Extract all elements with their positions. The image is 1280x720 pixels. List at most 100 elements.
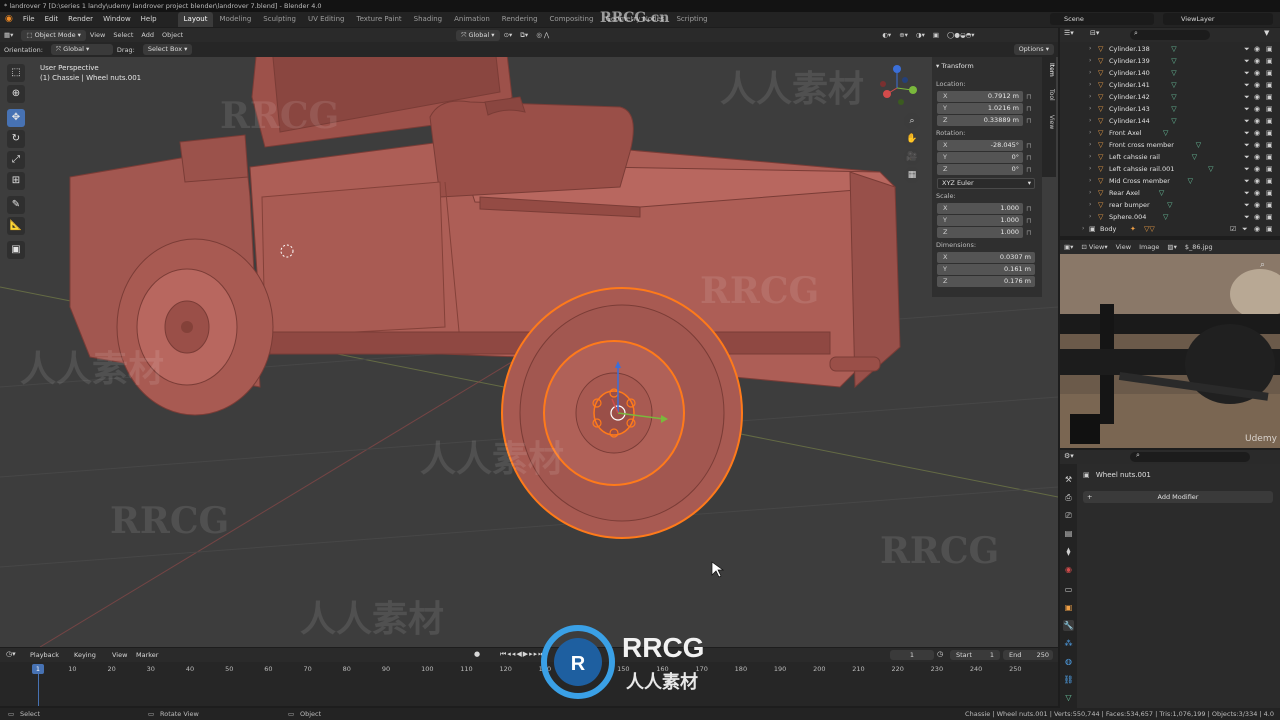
add-modifier-button[interactable]: + Add Modifier [1083,491,1273,503]
expand-arrow-icon[interactable]: › [1089,79,1091,91]
eye-icon[interactable]: ◉ [1254,163,1260,175]
tab-modeling[interactable]: Modeling [213,12,257,27]
lock-icon[interactable]: ⊓ [1026,205,1034,213]
camera-view-icon[interactable]: 🎥 [904,149,920,165]
viewport-menu-object[interactable]: Object [158,31,187,39]
zoom-icon[interactable]: ⌕ [1260,260,1265,270]
camera-icon[interactable]: ▣ [1266,91,1273,103]
outliner-item[interactable]: › ▽ Rear Axel ▽ ⏷ ◉ ▣ [1060,187,1280,199]
orientation-dropdown[interactable]: ⤧ Global ▾ [50,44,113,55]
rotation-y-field[interactable]: Y 0° [937,152,1023,163]
lock-icon[interactable]: ⊓ [1026,105,1034,113]
filter-funnel-icon[interactable]: ⏷ [1242,223,1248,235]
expand-arrow-icon[interactable]: › [1089,115,1091,127]
filter-funnel-icon[interactable]: ⏷ [1244,175,1250,187]
eye-icon[interactable]: ◉ [1254,43,1260,55]
pivot-icon[interactable]: ⊙▾ [500,31,517,39]
rotate-tool-icon[interactable]: ↻ [7,130,25,148]
tab-layout[interactable]: Layout [177,12,214,27]
outliner-item[interactable]: › ▽ Mid Cross member ▽ ⏷ ◉ ▣ [1060,175,1280,187]
location-z-field[interactable]: Z 0.33889 m [937,115,1023,126]
transform-section-header[interactable]: ▾ Transform [936,62,974,70]
editor-type-icon[interactable]: ▦▾ [0,31,17,39]
expand-arrow-icon[interactable]: › [1089,163,1091,175]
timeline-menu-playback[interactable]: Playback [30,651,59,659]
eye-icon[interactable]: ◉ [1254,67,1260,79]
outliner-item[interactable]: › ▽ Cylinder.142 ▽ ⏷ ◉ ▣ [1060,91,1280,103]
camera-icon[interactable]: ▣ [1266,115,1273,127]
image-name[interactable]: $_86.jpg [1181,243,1217,251]
outliner-item[interactable]: › ▽ Front Axel ▽ ⏷ ◉ ▣ [1060,127,1280,139]
expand-arrow-icon[interactable]: › [1089,67,1091,79]
select-box-tool-icon[interactable]: ⬚ [7,64,25,82]
dimensions-x-field[interactable]: X 0.0307 m [937,252,1035,263]
tab-texture-paint[interactable]: Texture Paint [351,12,408,27]
tab-view[interactable]: View [1043,115,1055,129]
blender-logo-icon[interactable]: ◉ [0,12,18,27]
eye-icon[interactable]: ◉ [1254,187,1260,199]
world-tab-icon[interactable]: ◉ [1063,564,1074,575]
visibility-icon[interactable]: ◐▾ [878,31,895,39]
tab-item[interactable]: Item [1043,63,1055,77]
image-browse-icon[interactable]: ▨▾ [1163,243,1180,251]
filter-funnel-icon[interactable]: ⏷ [1244,67,1250,79]
lock-icon[interactable]: ⊓ [1026,229,1034,237]
filter-funnel-icon[interactable]: ⏷ [1244,127,1250,139]
menu-render[interactable]: Render [63,12,98,27]
expand-arrow-icon[interactable]: › [1089,139,1091,151]
pan-hand-icon[interactable]: ✋ [904,131,920,147]
reference-image[interactable]: ⌕ Udemy [1060,254,1280,448]
lock-icon[interactable]: ⊓ [1026,154,1034,162]
camera-icon[interactable]: ▣ [1266,103,1273,115]
outliner-search-input[interactable] [1130,30,1210,40]
image-editor-type-icon[interactable]: ▣▾ [1060,243,1077,251]
view-layer-selector[interactable]: ViewLayer [1163,13,1273,25]
expand-arrow-icon[interactable]: › [1089,43,1091,55]
cursor-tool-icon[interactable]: ⊕ [7,85,25,103]
outliner-item[interactable]: › ▽ Cylinder.140 ▽ ⏷ ◉ ▣ [1060,67,1280,79]
tab-sculpting[interactable]: Sculpting [257,12,302,27]
outliner-item[interactable]: › ▽ Left cahssie rail.001 ▽ ⏷ ◉ ▣ [1060,163,1280,175]
camera-icon[interactable]: ▣ [1266,151,1273,163]
eye-icon[interactable]: ◉ [1254,127,1260,139]
filter-funnel-icon[interactable]: ⏷ [1244,163,1250,175]
object-tab-icon[interactable]: ▣ [1063,602,1074,613]
camera-icon[interactable]: ▣ [1266,223,1273,235]
eye-icon[interactable]: ◉ [1254,55,1260,67]
view-layer-tab-icon[interactable]: ▤ [1063,528,1074,539]
scene-selector[interactable]: Scene [1050,13,1154,25]
transform-tool-icon[interactable]: ⊞ [7,172,25,190]
viewport-menu-add[interactable]: Add [137,31,158,39]
perspective-toggle-icon[interactable]: ▦ [904,167,920,183]
eye-icon[interactable]: ◉ [1254,175,1260,187]
filter-funnel-icon[interactable]: ⏷ [1244,103,1250,115]
timeline-menu-keying[interactable]: Keying [74,651,96,659]
camera-icon[interactable]: ▣ [1266,187,1273,199]
timeline-menu-marker[interactable]: Marker [136,651,158,659]
camera-icon[interactable]: ▣ [1266,163,1273,175]
tab-tool[interactable]: Tool [1043,89,1055,101]
filter-funnel-icon[interactable]: ⏷ [1244,187,1250,199]
checkbox-icon[interactable]: ☑ [1230,223,1236,235]
eye-icon[interactable]: ◉ [1254,139,1260,151]
tab-compositing[interactable]: Compositing [544,12,600,27]
scale-z-field[interactable]: Z 1.000 [937,227,1023,238]
snap-icon[interactable]: ⧉▾ [516,31,532,40]
image-menu-image[interactable]: Image [1135,243,1163,251]
filter-funnel-icon[interactable]: ⏷ [1244,55,1250,67]
outliner-item[interactable]: › ▽ Sphere.004 ▽ ⏷ ◉ ▣ [1060,211,1280,223]
expand-arrow-icon[interactable]: › [1089,91,1091,103]
scale-x-field[interactable]: X 1.000 [937,203,1023,214]
camera-icon[interactable]: ▣ [1266,67,1273,79]
filter-funnel-icon[interactable]: ⏷ [1244,115,1250,127]
dimensions-z-field[interactable]: Z 0.176 m [937,276,1035,287]
record-icon[interactable]: ● [474,650,480,658]
eye-icon[interactable]: ◉ [1254,91,1260,103]
scale-y-field[interactable]: Y 1.000 [937,215,1023,226]
lock-icon[interactable]: ⊓ [1026,166,1034,174]
render-tab-icon[interactable]: ⎙ [1063,492,1074,503]
rotation-mode-dropdown[interactable]: XYZ Euler ▾ [937,178,1035,189]
filter-funnel-icon[interactable]: ⏷ [1244,43,1250,55]
menu-window[interactable]: Window [98,12,136,27]
filter-funnel-icon[interactable]: ⏷ [1244,151,1250,163]
